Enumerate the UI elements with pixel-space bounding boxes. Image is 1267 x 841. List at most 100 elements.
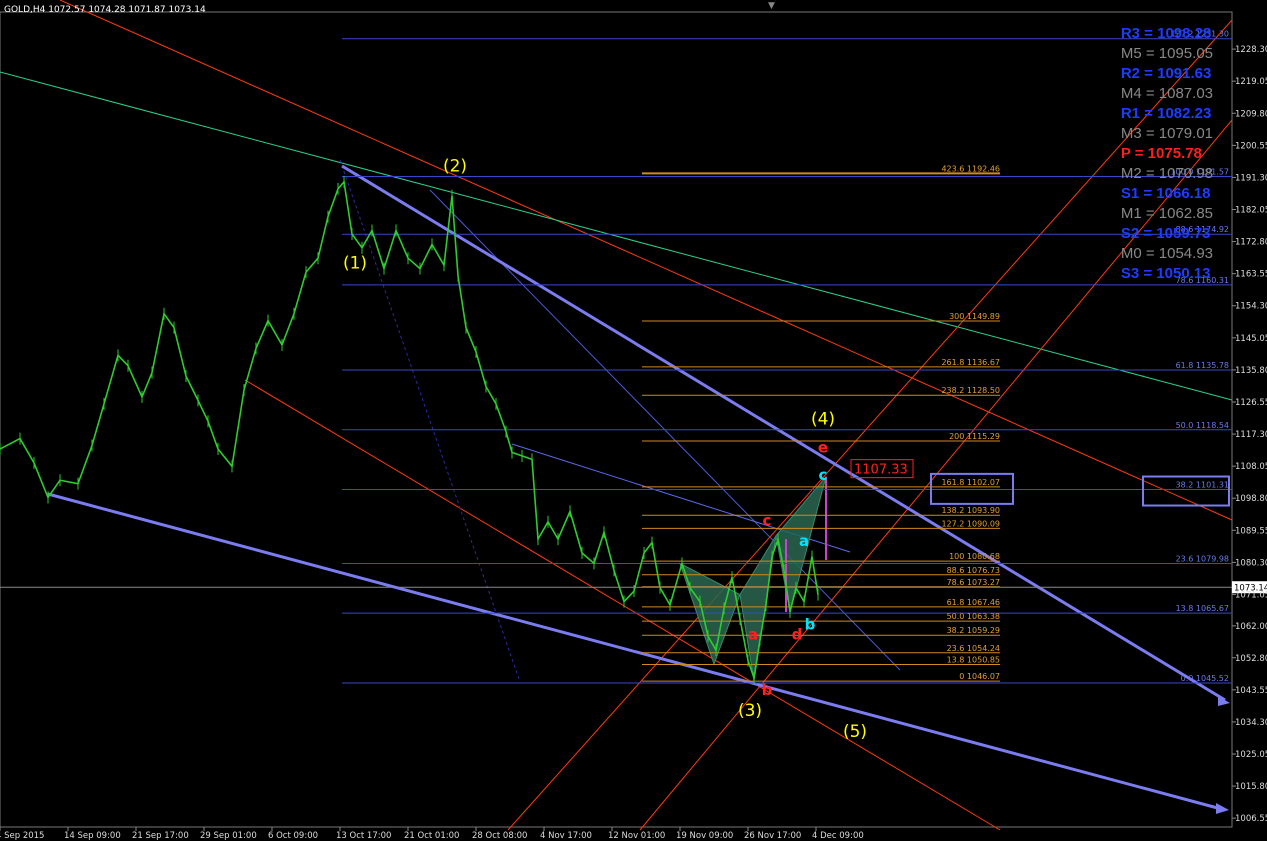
price-axis-label: 1154.30 xyxy=(1235,302,1267,312)
fib-orange-label: 0 1046.07 xyxy=(959,672,1000,681)
pivot-level: M0 = 1054.93 xyxy=(1120,245,1213,262)
price-axis-label: 1228.30 xyxy=(1235,45,1267,55)
pivot-level: R1 = 1082.23 xyxy=(1120,105,1212,122)
price-axis-label: 1172.80 xyxy=(1235,238,1267,248)
time-axis-label: 21 Sep 17:00 xyxy=(132,831,189,841)
wave-label: (1) xyxy=(343,254,367,274)
pivot-level: R2 = 1091.63 xyxy=(1120,65,1212,82)
pattern-label: b xyxy=(762,681,773,699)
fib-orange-label: 238.2 1128.50 xyxy=(941,386,1000,395)
price-axis-label: 1006.55 xyxy=(1235,814,1267,824)
fib-blue-label: 50.0 1118.54 xyxy=(1176,421,1229,430)
pivot-level: S1 = 1066.18 xyxy=(1120,185,1211,202)
pattern-label: a xyxy=(748,626,758,644)
fib-blue-label: 13.8 1065.67 xyxy=(1176,604,1229,613)
price-axis-label: 1052.80 xyxy=(1235,654,1267,664)
channel-upper-arrow xyxy=(1218,696,1230,706)
pivot-level: P = 1075.78 xyxy=(1120,145,1202,162)
wave-label: (2) xyxy=(443,157,467,177)
wave-label: (3) xyxy=(738,701,762,721)
price-axis-label: 1135.80 xyxy=(1235,366,1267,376)
channel-lower-arrow xyxy=(1216,803,1229,814)
price-marker-text: 1107.33 xyxy=(854,463,908,478)
ohlc-values: 1072.57 1074.28 1071.87 1073.14 xyxy=(48,5,206,15)
price-axis-label: 1015.80 xyxy=(1235,782,1267,792)
trend-line-green xyxy=(0,71,1233,401)
price-chart[interactable]: 127.2 1231.30100.0 1191.5788.6 1174.9278… xyxy=(0,0,1267,841)
price-axis-label: 1145.05 xyxy=(1235,334,1267,344)
pattern-label: d xyxy=(792,626,803,644)
fib-orange-label: 261.8 1136.67 xyxy=(941,358,1000,367)
pivot-level: S2 = 1059.73 xyxy=(1120,225,1211,242)
wave-label: (5) xyxy=(843,722,867,742)
pattern-label: c xyxy=(819,466,828,484)
time-axis-label: 4 Sep 2015 xyxy=(0,831,44,841)
price-axis-label: 1089.55 xyxy=(1235,526,1267,536)
price-axis-label: 1098.80 xyxy=(1235,494,1267,504)
price-axis-label: 1219.05 xyxy=(1235,77,1267,87)
fib-orange-label: 38.2 1059.29 xyxy=(947,626,1000,635)
channel-lower-line xyxy=(47,492,1226,812)
wave-label: (4) xyxy=(811,410,835,430)
fib-orange-label: 161.8 1102.07 xyxy=(941,478,1000,487)
pattern-label: a xyxy=(799,532,809,550)
price-axis-label: 1163.55 xyxy=(1235,270,1267,280)
time-axis-label: 29 Sep 01:00 xyxy=(200,831,257,841)
time-axis-label: 28 Oct 08:00 xyxy=(472,831,527,841)
fib-orange-label: 61.8 1067.46 xyxy=(947,598,1000,607)
time-axis-label: 26 Nov 17:00 xyxy=(744,831,801,841)
fib-orange-label: 423.6 1192.46 xyxy=(941,164,1000,173)
fib-orange-label: 300 1149.89 xyxy=(949,312,1000,321)
price-axis-label: 1071.05 xyxy=(1235,590,1267,600)
price-axis-label: 1080.30 xyxy=(1235,558,1267,568)
symbol-header: GOLD,H4 1072.57 1074.28 1071.87 1073.14 xyxy=(4,5,206,15)
pivot-level: M1 = 1062.85 xyxy=(1120,205,1213,222)
fib-blue-label: 23.6 1079.98 xyxy=(1176,554,1229,563)
time-axis-label: 19 Nov 09:00 xyxy=(676,831,733,841)
channel-line-orange xyxy=(244,379,1001,831)
time-axis-label: 4 Nov 17:00 xyxy=(540,831,592,841)
channel-upper-line xyxy=(341,164,1226,702)
price-axis-label: 1117.30 xyxy=(1235,430,1267,440)
pivot-level: R3 = 1098.28 xyxy=(1120,25,1212,42)
symbol-name: GOLD,H4 xyxy=(4,5,46,15)
fib-orange-label: 127.2 1090.09 xyxy=(941,519,1000,528)
fib-orange-label: 100 1080.68 xyxy=(949,552,1000,561)
price-axis-label: 1062.00 xyxy=(1235,622,1267,632)
fib-orange-label: 138.2 1093.90 xyxy=(941,506,1000,515)
pivot-level: M3 = 1079.01 xyxy=(1120,125,1213,142)
price-axis-label: 1034.30 xyxy=(1235,718,1267,728)
price-axis-label: 1209.80 xyxy=(1235,109,1267,119)
time-axis-label: 13 Oct 17:00 xyxy=(336,831,391,841)
pivot-level: S3 = 1050.13 xyxy=(1120,265,1211,282)
price-axis-label: 1025.05 xyxy=(1235,750,1267,760)
pattern-label: c xyxy=(763,511,772,529)
pivot-level: M2 = 1070.98 xyxy=(1120,165,1213,182)
fib-orange-label: 23.6 1054.24 xyxy=(947,644,1000,653)
fib-orange-label: 50.0 1063.38 xyxy=(947,612,1000,621)
pattern-label: b xyxy=(805,615,816,633)
pattern-triangle-2 xyxy=(739,535,777,682)
price-axis-label: 1182.05 xyxy=(1235,206,1267,216)
fib-orange-label: 78.6 1073.27 xyxy=(947,578,1000,587)
fib-blue-label: 38.2 1101.31 xyxy=(1176,481,1229,490)
pivot-levels-panel: R3 = 1098.28 M5 = 1095.05 R2 = 1091.63 M4 =… xyxy=(1121,24,1213,284)
fib-orange-label: 200 1115.29 xyxy=(949,432,1000,441)
pivot-level: M4 = 1087.03 xyxy=(1120,85,1213,102)
fib-orange-label: 88.6 1076.73 xyxy=(947,566,1000,575)
time-axis-label: 6 Oct 09:00 xyxy=(268,831,318,841)
price-axis-label: 1191.30 xyxy=(1235,173,1267,183)
pivot-level: M5 = 1095.05 xyxy=(1120,45,1213,62)
price-axis-label: 1200.55 xyxy=(1235,141,1267,151)
time-axis-label: 14 Sep 09:00 xyxy=(64,831,121,841)
price-axis-label: 1043.55 xyxy=(1235,686,1267,696)
price-axis-label: 1126.55 xyxy=(1235,398,1267,408)
price-axis-label: 1108.05 xyxy=(1235,462,1267,472)
fib-orange-label: 13.8 1050.85 xyxy=(947,656,1000,665)
chart-shift-icon[interactable]: ▼ xyxy=(768,1,775,11)
fib-blue-label: 0.0 1045.52 xyxy=(1181,674,1229,683)
time-axis-label: 4 Dec 09:00 xyxy=(812,831,864,841)
time-axis-label: 21 Oct 01:00 xyxy=(404,831,459,841)
time-axis-label: 12 Nov 01:00 xyxy=(608,831,665,841)
fib-blue-label: 61.8 1135.78 xyxy=(1176,361,1229,370)
